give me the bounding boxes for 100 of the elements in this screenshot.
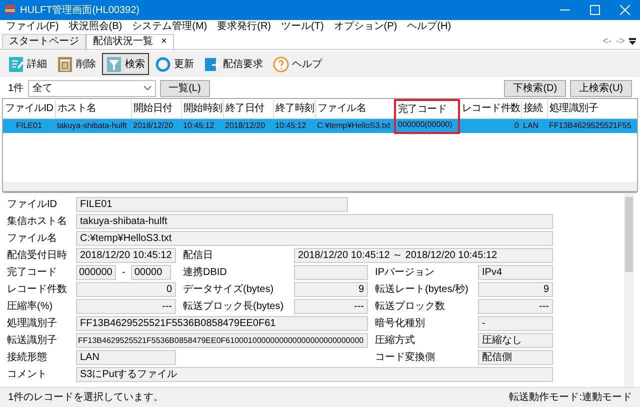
menu-item[interactable]: オプション(P) [334, 20, 398, 34]
table-cell: 0 [459, 118, 521, 133]
table-cell: 10:45:12 [181, 118, 223, 133]
record-count: 1件 [8, 82, 24, 96]
search-down-button[interactable]: 下検索(D) [504, 80, 566, 96]
column-header[interactable]: レコード件数 [459, 100, 521, 118]
mode-text: 転送動作モード:連動モード [509, 390, 632, 405]
toolbar-button[interactable]: 詳細 [4, 53, 51, 75]
field-label: コメント [7, 368, 48, 382]
table-row[interactable]: FILE01 takuya-shibata-hulft 2018/12/20 10:45:12 2018/12/20 10:45:12 C:¥temp¥HelloS3.txt 000000(00000) 0 LAN FF13B4629525521F55 [3, 118, 637, 133]
column-header[interactable]: 開始日付 [131, 100, 181, 118]
input-field: 2018/12/20 10:45:12 ～ 2018/12/20 10:45:12 [294, 248, 553, 263]
toolbar-button[interactable]: 削除 [53, 53, 100, 75]
column-header[interactable]: 終了時刻 [273, 100, 315, 118]
table-cell: 000000(00000) [395, 118, 459, 133]
input-field: 9 [294, 282, 368, 297]
input-field: 000000 [76, 265, 116, 280]
field-label: 転送ブロック数 [375, 300, 446, 314]
field-label: 配信受付日時 [7, 248, 68, 263]
column-header[interactable]: 開始時刻 [181, 100, 223, 118]
table-cell: FF13B4629525521F55 [547, 118, 637, 133]
close-icon [620, 4, 630, 15]
menu-item[interactable]: 状況照会(B) [68, 20, 122, 34]
field-label: 集信ホスト名 [7, 215, 68, 229]
input-field: C:¥temp¥HelloS3.txt [76, 231, 553, 246]
input-field: --- [76, 299, 176, 314]
column-header[interactable]: 接続 [521, 100, 547, 118]
table-cell: 2018/12/20 [131, 118, 181, 133]
column-header[interactable]: 終了日付 [223, 100, 273, 118]
search-up-button[interactable]: 上検索(U) [570, 80, 632, 96]
close-tab-icon[interactable]: × [161, 36, 167, 47]
window-title: HULFT管理画面(HL00392) [20, 4, 140, 18]
field-label: データサイズ(bytes) [183, 283, 275, 297]
toolbar-button[interactable]: ヘルプ [269, 53, 326, 75]
table-cell: C:¥temp¥HelloS3.txt [315, 118, 395, 133]
table-cell: FILE01 [3, 118, 55, 133]
field-label: ファイルID [7, 198, 58, 212]
input-field: FF13B4629525521F5536B0858479EE0F61 [76, 316, 368, 331]
toolbar-button[interactable]: 検索 [102, 53, 149, 75]
input-field: 0 [76, 282, 176, 297]
field-label: 完了コード [7, 266, 58, 280]
field-label: 圧縮方式 [375, 334, 416, 348]
horizontal-scrollbar[interactable] [3, 182, 637, 191]
column-header[interactable]: 完了コード [395, 100, 459, 118]
column-header[interactable]: 処理識別子 [547, 100, 637, 118]
separator-text: - [121, 266, 126, 280]
status-text: 1件のレコードを選択しています。 [8, 391, 164, 405]
column-header[interactable]: ホスト名 [55, 100, 131, 118]
input-field: --- [478, 299, 553, 314]
column-header[interactable]: ファイル名 [315, 100, 395, 118]
field-label: ファイル名 [7, 232, 58, 246]
field-label: コード変換側 [375, 350, 436, 365]
field-label: 配信日 [183, 249, 214, 263]
back-link[interactable]: <- [602, 34, 612, 49]
input-field: - [478, 316, 553, 331]
trash-icon [57, 56, 73, 72]
input-field: --- [294, 299, 368, 314]
input-field: S3にPutするファイル [76, 367, 553, 382]
tab[interactable]: スタートページ [2, 34, 86, 49]
send-icon [204, 56, 220, 72]
input-field: LAN [76, 350, 176, 365]
list-button[interactable]: 一覧(L) [160, 80, 210, 96]
filter-select[interactable]: 全て [28, 80, 156, 96]
field-label: 圧縮率(%) [7, 300, 54, 314]
input-field: FILE01 [76, 197, 348, 212]
field-label: レコード件数 [7, 283, 68, 297]
vertical-scrollbar[interactable] [624, 193, 634, 387]
input-field: 00000 [131, 265, 172, 280]
column-header[interactable]: ファイルID [3, 100, 55, 118]
field-label: 連携DBID [183, 266, 228, 280]
menu-item[interactable]: ツール(T) [281, 20, 324, 34]
field-label: IPバージョン [375, 266, 436, 280]
maximize-icon [590, 4, 600, 15]
input-field: IPv4 [478, 265, 553, 280]
table-cell: 10:45:12 [273, 118, 315, 133]
input-field: 9 [478, 282, 553, 297]
toolbar-button[interactable]: 配信要求 [200, 53, 267, 75]
input-field: FF13B4629525521F5536B0858479EE0F6100010000000000000000000000000 [76, 333, 368, 348]
menu-item[interactable]: ファイル(F) [6, 20, 59, 34]
field-label: 転送ブロック長(bytes) [183, 300, 285, 314]
table-cell: 2018/12/20 [223, 118, 273, 133]
refresh-icon [155, 56, 171, 72]
forward-link[interactable]: -> [616, 34, 625, 49]
field-label: 暗号化種別 [375, 316, 426, 331]
field-label: 処理識別子 [7, 316, 58, 331]
input-field: takuya-shibata-hulft [76, 214, 553, 229]
toolbar-button[interactable]: 更新 [151, 53, 198, 75]
tab[interactable]: 配信状況一覧 × [86, 34, 174, 49]
table-cell: LAN [521, 118, 547, 133]
menu-item[interactable]: 要求発行(R) [217, 20, 272, 34]
input-field: 2018/12/20 10:45:12 [76, 248, 176, 263]
help-icon [273, 56, 289, 72]
app-icon [4, 4, 16, 16]
menu-item[interactable]: ヘルプ(H) [407, 20, 452, 34]
field-label: 接続形態 [7, 350, 48, 365]
input-field: 配信側 [478, 350, 553, 365]
menu-item[interactable]: システム管理(M) [132, 20, 208, 34]
doc-icon [8, 56, 24, 72]
field-label: 転送レート(bytes/秒) [375, 282, 470, 297]
input-field: 圧縮なし [478, 333, 553, 348]
